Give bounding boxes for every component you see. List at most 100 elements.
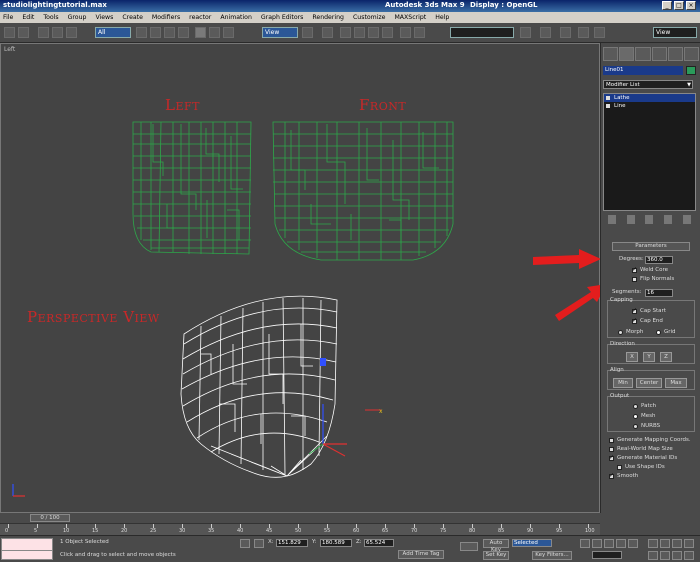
direction-z-button[interactable]: Z <box>660 352 672 362</box>
maximize-button[interactable]: □ <box>674 1 684 10</box>
align-min-button[interactable]: Min <box>613 378 633 388</box>
menu-tools[interactable]: Tools <box>43 14 58 21</box>
layer-manager-icon[interactable] <box>520 27 531 38</box>
selected-dropdown[interactable]: Selected <box>512 539 552 547</box>
object-name-field[interactable]: Line01 <box>603 66 683 75</box>
weld-core-checkbox[interactable] <box>632 266 637 273</box>
modifier-stack[interactable]: Lathe Line <box>603 93 696 211</box>
menu-customize[interactable]: Customize <box>353 14 385 21</box>
menu-help[interactable]: Help <box>435 14 449 21</box>
generate-material-ids-checkbox[interactable] <box>609 454 614 461</box>
selection-filter-dropdown[interactable]: All <box>95 27 131 38</box>
menu-modifiers[interactable]: Modifiers <box>152 14 180 21</box>
modifier-list-dropdown[interactable]: Modifier List <box>603 80 693 90</box>
named-selection-sets-dropdown[interactable] <box>450 27 514 38</box>
use-shape-ids-checkbox[interactable] <box>617 465 622 470</box>
angle-snap-icon[interactable] <box>354 27 365 38</box>
align-center-button[interactable]: Center <box>636 378 662 388</box>
maximize-viewport-icon[interactable] <box>684 551 694 560</box>
menu-file[interactable]: File <box>3 14 13 21</box>
hierarchy-tab-icon[interactable] <box>635 47 651 61</box>
go-to-start-icon[interactable] <box>580 539 590 548</box>
add-time-tag-button[interactable]: Add Time Tag <box>398 550 444 559</box>
set-key-button[interactable]: Set Key <box>483 551 509 560</box>
direction-y-button[interactable]: Y <box>643 352 655 362</box>
absolute-mode-icon[interactable] <box>254 539 264 548</box>
spinner-snap-icon[interactable] <box>382 27 393 38</box>
object-color-swatch[interactable] <box>686 66 696 75</box>
set-key-icon[interactable] <box>460 542 478 551</box>
z-coordinate-field[interactable]: 65.524 <box>364 539 394 547</box>
track-bar[interactable]: 0 5 10 15 20 25 30 35 40 45 50 55 60 65 70 75 80 85 90 95 10… <box>0 523 600 535</box>
show-end-result-icon[interactable] <box>626 215 635 224</box>
menu-edit[interactable]: Edit <box>22 14 34 21</box>
render-view-dropdown[interactable]: View <box>653 27 697 38</box>
make-unique-icon[interactable] <box>645 215 654 224</box>
auto-key-button[interactable]: Auto Key <box>483 539 509 553</box>
bind-space-warp-icon[interactable] <box>66 27 77 38</box>
curve-editor-icon[interactable] <box>540 27 551 38</box>
zoom-all-icon[interactable] <box>660 539 670 548</box>
maxscript-listener[interactable] <box>1 538 53 560</box>
redo-icon[interactable] <box>18 27 29 38</box>
next-frame-icon[interactable] <box>616 539 626 548</box>
menu-views[interactable]: Views <box>95 14 113 21</box>
direction-x-button[interactable]: X <box>626 352 638 362</box>
arc-rotate-icon[interactable] <box>672 551 682 560</box>
render-scene-icon[interactable] <box>578 27 589 38</box>
field-of-view-icon[interactable] <box>648 551 658 560</box>
flip-normals-checkbox[interactable] <box>632 277 637 282</box>
menu-reactor[interactable]: reactor <box>189 14 211 21</box>
time-slider-thumb[interactable]: 0 / 100 <box>30 514 70 522</box>
percent-snap-icon[interactable] <box>368 27 379 38</box>
cap-start-checkbox[interactable] <box>632 307 637 314</box>
region-select-icon[interactable] <box>164 27 175 38</box>
x-coordinate-field[interactable]: 151.829 <box>276 539 308 547</box>
previous-frame-icon[interactable] <box>592 539 602 548</box>
material-editor-icon[interactable] <box>560 27 571 38</box>
smooth-checkbox[interactable] <box>609 472 614 479</box>
menu-group[interactable]: Group <box>68 14 87 21</box>
pin-stack-icon[interactable] <box>608 215 617 224</box>
morph-radio[interactable] <box>618 330 623 335</box>
minimize-button[interactable]: _ <box>662 1 672 10</box>
undo-icon[interactable] <box>4 27 15 38</box>
pan-view-icon[interactable] <box>660 551 670 560</box>
degrees-input[interactable]: 360.0 <box>645 256 673 264</box>
configure-sets-icon[interactable] <box>682 215 691 224</box>
mirror-icon[interactable] <box>400 27 411 38</box>
output-mesh-radio[interactable] <box>633 414 638 419</box>
select-scale-icon[interactable] <box>223 27 234 38</box>
modify-tab-icon[interactable] <box>619 47 635 61</box>
snaps-toggle-icon[interactable] <box>340 27 351 38</box>
menu-maxscript[interactable]: MAXScript <box>394 14 426 21</box>
select-object-icon[interactable] <box>136 27 147 38</box>
create-tab-icon[interactable] <box>603 47 619 61</box>
select-manipulate-icon[interactable] <box>322 27 333 38</box>
parameters-rollout-title[interactable]: Parameters <box>612 242 690 251</box>
align-max-button[interactable]: Max <box>665 378 687 388</box>
motion-tab-icon[interactable] <box>651 47 667 61</box>
menu-graph-editors[interactable]: Graph Editors <box>261 14 303 21</box>
close-button[interactable]: × <box>686 1 696 10</box>
y-coordinate-field[interactable]: 180.589 <box>320 539 352 547</box>
lock-selection-icon[interactable] <box>240 539 250 548</box>
cap-end-checkbox[interactable] <box>632 317 637 324</box>
output-patch-radio[interactable] <box>633 404 638 409</box>
zoom-extents-all-icon[interactable] <box>684 539 694 548</box>
grid-radio[interactable] <box>656 330 661 335</box>
select-by-name-icon[interactable] <box>150 27 161 38</box>
utilities-tab-icon[interactable] <box>683 47 700 61</box>
time-slider[interactable]: 0 / 100 <box>0 513 600 523</box>
align-icon[interactable] <box>414 27 425 38</box>
link-icon[interactable] <box>38 27 49 38</box>
generate-mapping-checkbox[interactable] <box>609 438 614 443</box>
menu-create[interactable]: Create <box>122 14 143 21</box>
segments-input[interactable]: 16 <box>645 289 673 297</box>
select-move-icon[interactable] <box>195 27 206 38</box>
menu-rendering[interactable]: Rendering <box>312 14 344 21</box>
go-to-end-icon[interactable] <box>628 539 638 548</box>
remove-modifier-icon[interactable] <box>664 215 673 224</box>
zoom-icon[interactable] <box>648 539 658 548</box>
select-rotate-icon[interactable] <box>209 27 220 38</box>
